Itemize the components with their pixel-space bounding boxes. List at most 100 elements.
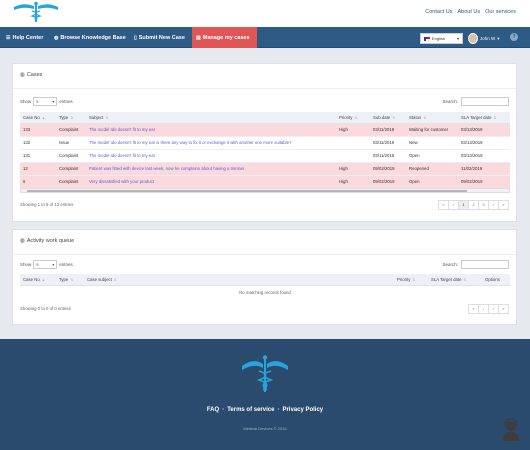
globe-icon: ◍ (20, 238, 25, 244)
cell-type: Complaint (56, 162, 86, 176)
help-icon[interactable]: ? (510, 33, 518, 41)
cell-type: Issue (56, 136, 86, 150)
language-value: English (432, 36, 446, 41)
cell-case-no: 133 (20, 123, 56, 137)
cell-sub-date: 09/02/2019 (370, 162, 406, 176)
table-row[interactable]: 132 Issue The model Ido doesn't fit to m… (20, 136, 510, 150)
list-icon: ☰ (6, 34, 11, 41)
chevron-down-icon: ▾ (456, 36, 459, 41)
cell-subject-link[interactable]: Very dissatisfied with your product (86, 175, 336, 189)
col-case-subject[interactable]: Case subject ⇅ (84, 274, 394, 286)
cell-priority: High (336, 123, 370, 137)
table-row[interactable]: 12 Complaint Patient was fitted with dev… (20, 162, 510, 176)
separator: · (277, 407, 280, 413)
nav-submit-new-case[interactable]: ▯ Submit New Case (130, 27, 189, 48)
empty-message: No matching records found (239, 290, 291, 295)
top-bar: Contact Us About Us Our services (0, 0, 530, 27)
scrollbar-thumb[interactable] (27, 190, 467, 192)
table-header: Case No ▲ Type ⇅ Case subject ⇅ Priority ⇅ S… (20, 274, 510, 286)
cell-case-no: 6 (20, 175, 56, 189)
support-agent-icon[interactable] (501, 418, 521, 442)
cell-subject-link[interactable]: The model Ido doesn't fit to my ear is t… (86, 136, 336, 150)
cell-priority (336, 136, 370, 150)
panel-title: ◍ Activity work queue (20, 238, 74, 244)
cell-sla: 03/13/2019 (458, 123, 510, 137)
avatar (468, 33, 478, 44)
col-sla-target-date[interactable]: SLA Target date ⇅ (428, 274, 482, 286)
col-label: SLA Target date (431, 276, 462, 282)
copyright: Medical Devices © 2016 (243, 426, 287, 431)
table-info: Showing 1 to 5 of 13 entries (20, 202, 74, 207)
search-input[interactable] (461, 260, 509, 269)
entries-label: entries (59, 262, 73, 267)
about-us-link[interactable]: About Us (458, 9, 481, 15)
cell-sla: 11/02/2019 (458, 162, 510, 176)
pagination: « ‹ 1 2 3 › » (438, 200, 509, 210)
nav-label: Submit New Case (138, 34, 185, 41)
faq-link[interactable]: FAQ (207, 407, 219, 413)
activity-title: Activity work queue (26, 238, 75, 244)
col-subject[interactable]: Subject ⇅ (86, 112, 336, 124)
cell-sub-date: 09/02/2019 (370, 175, 406, 189)
cell-case-no: 12 (20, 162, 56, 176)
our-services-link[interactable]: Our services (485, 9, 516, 15)
col-status[interactable]: Status ⇅ (406, 112, 458, 124)
nav-label: Help Center (12, 34, 44, 41)
cell-subject-link[interactable]: The model Ido doesn't fit to my ear (86, 123, 336, 137)
show-label: Show (20, 99, 32, 104)
cell-type: Complaint (56, 149, 86, 163)
col-sub-date[interactable]: Sub.date ⇅ (370, 112, 406, 124)
table-row[interactable]: 131 Complaint The model Ido doesn't fit … (20, 149, 510, 163)
entries-select[interactable]: 5 ▾ (33, 260, 58, 269)
sort-icon: ▲ (41, 115, 46, 120)
language-select[interactable]: English ▾ (420, 33, 463, 44)
panel-title: ◍ Cases (20, 72, 42, 78)
search-input[interactable] (461, 97, 509, 106)
sort-icon: ⇅ (113, 277, 117, 282)
user-name: John W (480, 36, 496, 41)
horizontal-scrollbar[interactable] (20, 188, 510, 193)
nav-browse-knowledge-base[interactable]: ◍ Browse Knowledge Base (50, 27, 130, 48)
entries-value: 5 (36, 262, 39, 267)
contact-us-link[interactable]: Contact Us (425, 9, 452, 15)
table-row[interactable]: 133 Complaint The model Ido doesn't fit … (20, 123, 510, 137)
footer-links: FAQ · Terms of service · Privacy Policy (0, 407, 530, 413)
cell-status: Reopened (406, 162, 458, 176)
col-priority[interactable]: Priority ⇅ (394, 274, 428, 286)
col-label: Status (409, 114, 422, 120)
caduceus-logo[interactable] (10, 1, 62, 23)
sort-icon: ⇅ (493, 115, 497, 120)
table-header: Case No ▲ Type ⇅ Subject ⇅ Priority ⇅ Sub.da… (20, 112, 510, 124)
document-icon: ▯ (134, 34, 137, 41)
last-page-button[interactable]: » (498, 200, 509, 210)
length-control: Show 5 ▾ entries (20, 97, 73, 106)
chevron-down-icon: ▾ (52, 262, 55, 267)
cell-subject-link[interactable]: The model Ido doesn't fit to my ear (86, 149, 336, 163)
col-priority[interactable]: Priority ⇅ (336, 112, 370, 124)
cell-subject-link[interactable]: Patient was fitted with device last week… (86, 162, 336, 176)
table-row[interactable]: 6 Complaint Very dissatisfied with your … (20, 175, 510, 189)
col-type[interactable]: Type ⇅ (56, 274, 84, 286)
sort-icon: ⇅ (463, 277, 467, 282)
briefcase-icon: ▤ (196, 34, 201, 41)
nav-help-center[interactable]: ☰ Help Center (2, 27, 47, 48)
entries-select[interactable]: 5 ▾ (33, 97, 58, 106)
privacy-link[interactable]: Privacy Policy (282, 407, 323, 413)
cell-priority (336, 149, 370, 163)
col-case-no[interactable]: Case No ▲ (20, 274, 56, 286)
globe-icon: ◍ (54, 34, 59, 41)
col-case-no[interactable]: Case No ▲ (20, 112, 56, 124)
nav-manage-my-cases[interactable]: ▤ Manage my cases (192, 27, 257, 48)
divider (13, 88, 516, 89)
last-page-button[interactable]: » (498, 304, 509, 314)
col-sla-target-date[interactable]: SLA Target date ⇅ (458, 112, 510, 124)
entries-label: entries (59, 99, 73, 104)
separator: · (222, 407, 225, 413)
table-info: Showing 0 to 0 of 0 entries (20, 306, 71, 311)
terms-link[interactable]: Terms of service (227, 407, 274, 413)
sort-icon: ⇅ (392, 115, 396, 120)
col-type[interactable]: Type ⇅ (56, 112, 86, 124)
user-menu[interactable]: John W ▾ (468, 32, 500, 45)
cell-sub-date: 03/11/2019 (370, 123, 406, 137)
col-label: Options (485, 276, 500, 282)
